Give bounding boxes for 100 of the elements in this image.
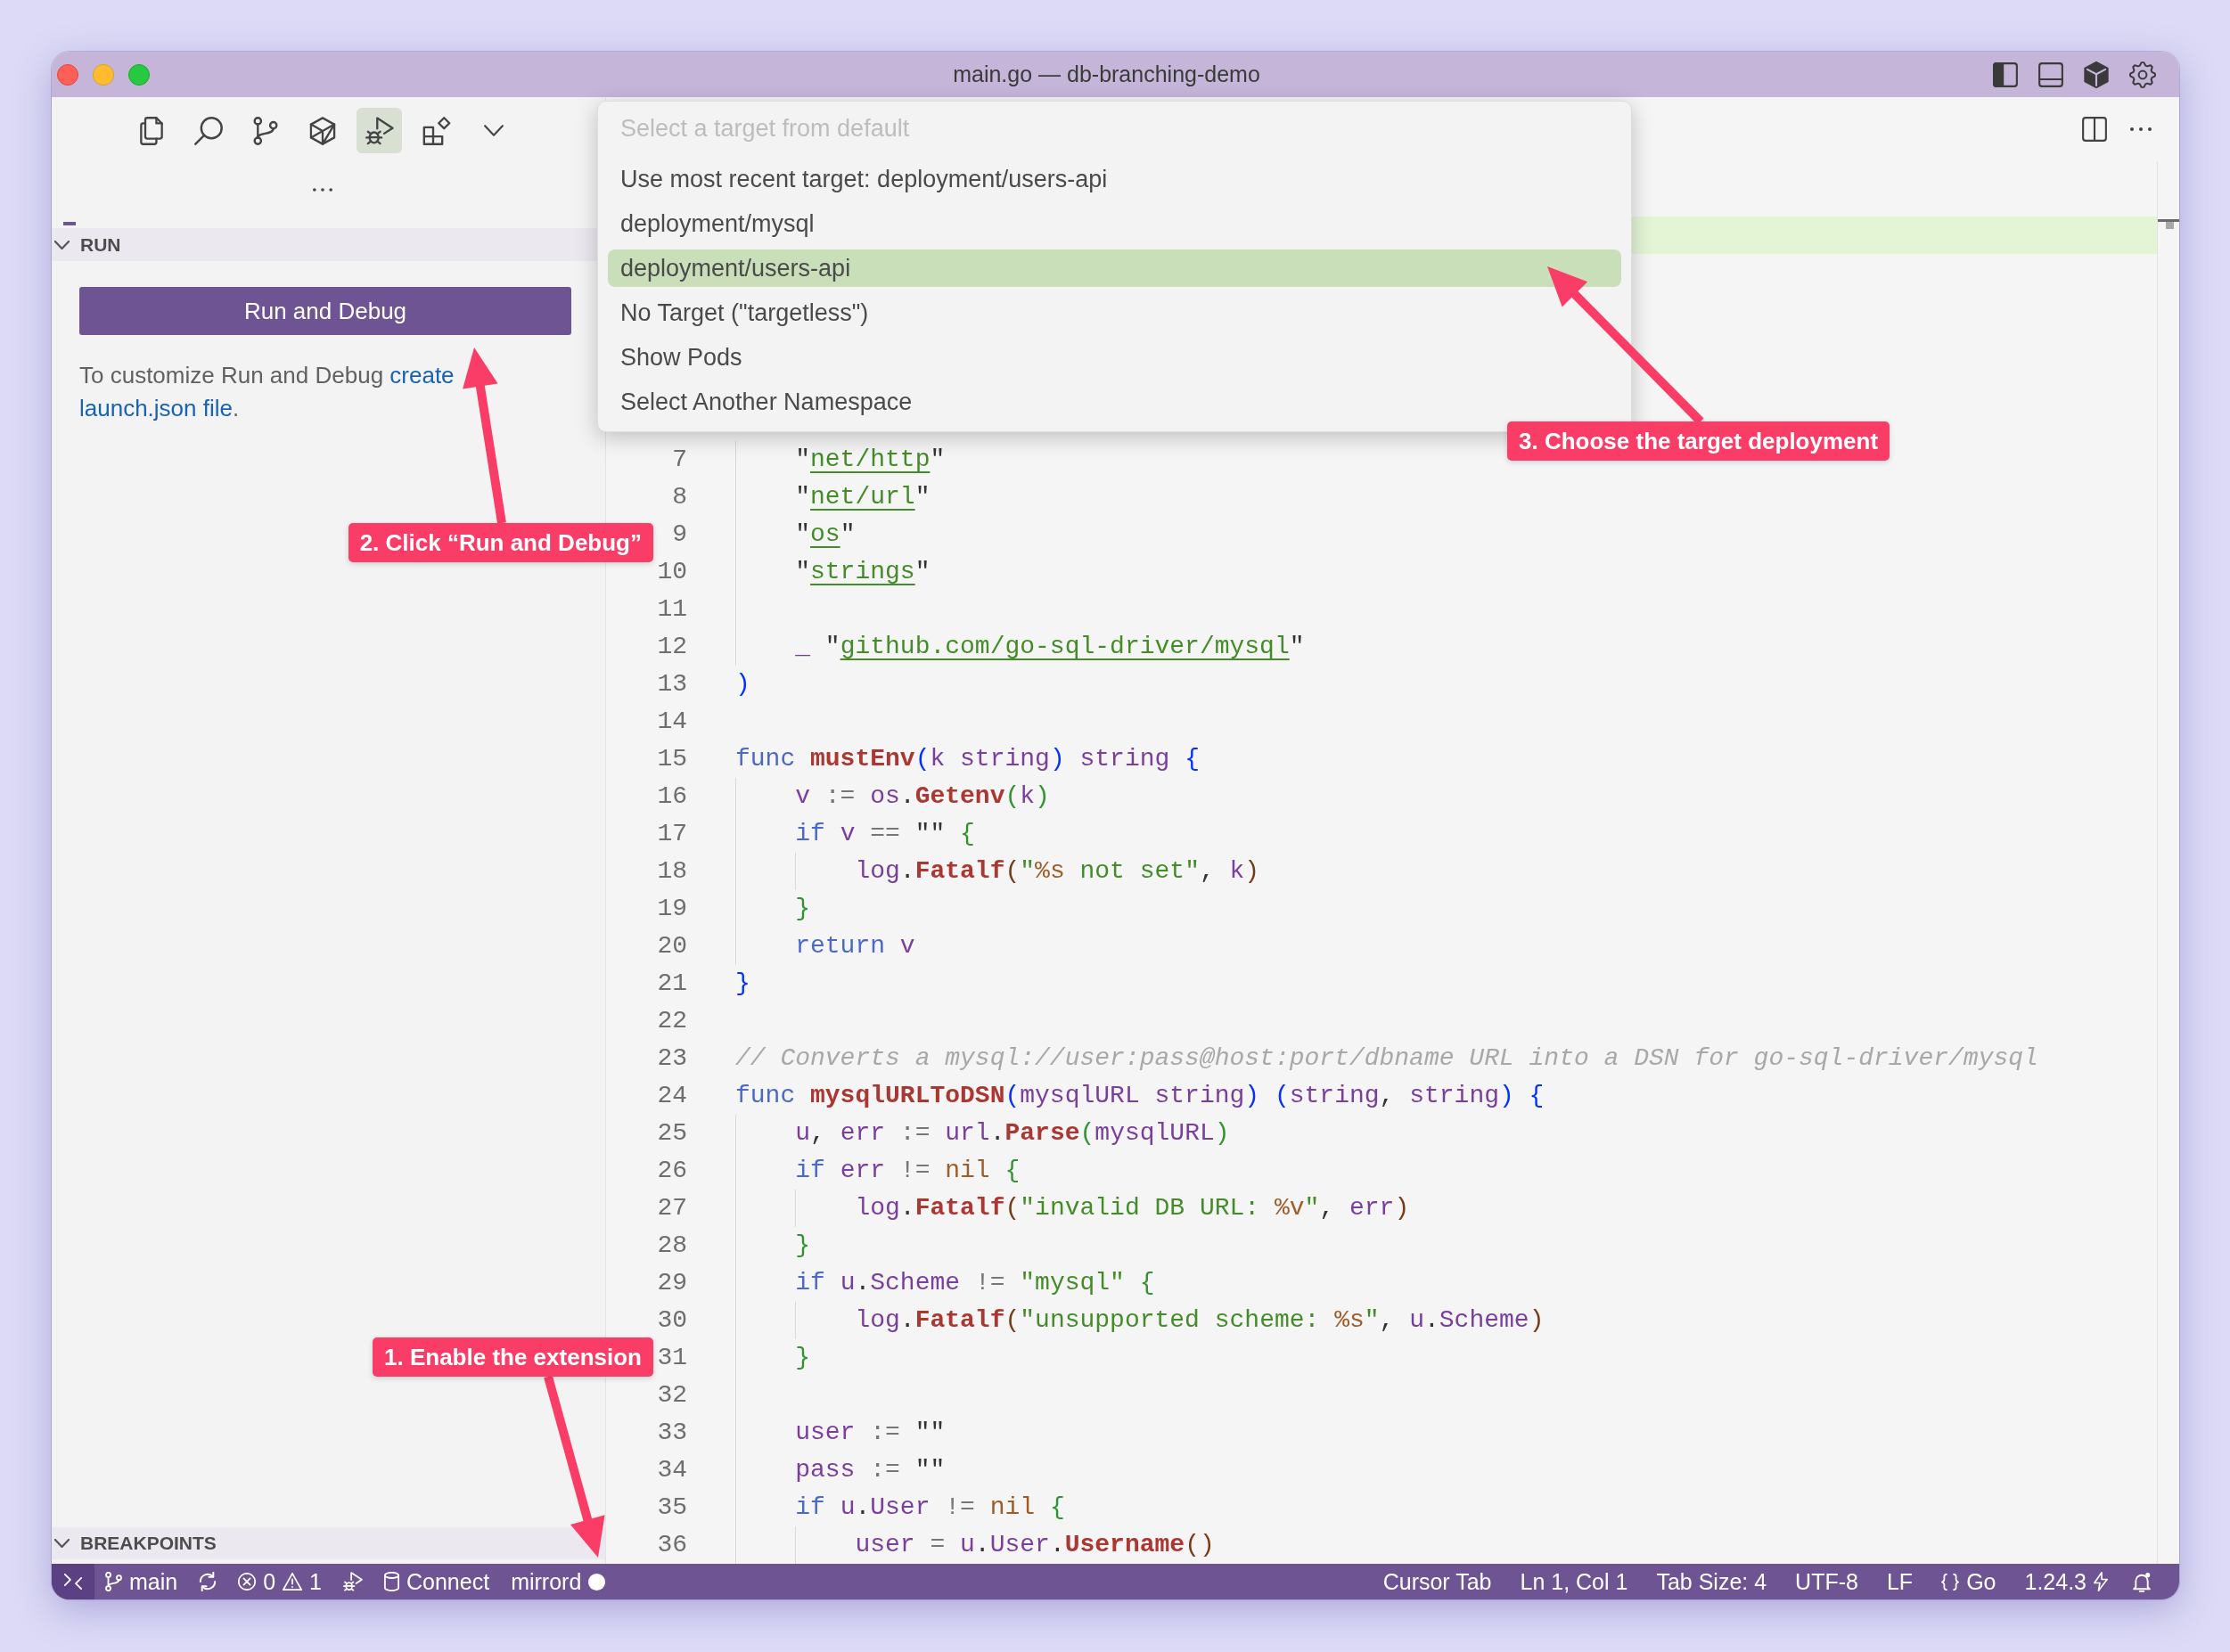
code-line: // Converts a mysql://user:pass@host:port/dbname URL into a DSN for go-sql-driver/mysql: [735, 1043, 2038, 1074]
play-bug-icon[interactable]: [343, 1572, 363, 1591]
panel-toggle-icon[interactable]: [2038, 61, 2063, 87]
problems-status-item[interactable]: 0 1: [227, 1564, 332, 1599]
line-number: 9: [672, 519, 687, 550]
annotation-label: 3. Choose the target deployment: [1507, 421, 1890, 461]
remote-button[interactable]: [52, 1564, 94, 1599]
bolt-icon: [2094, 1572, 2108, 1591]
more-icon[interactable]: [312, 187, 332, 192]
language-status-item[interactable]: Go: [1927, 1564, 2011, 1599]
play-bug-icon: [365, 116, 394, 145]
bell-icon[interactable]: [2133, 1571, 2151, 1592]
code-line: if v == "" {: [795, 819, 975, 849]
activity-tab[interactable]: [357, 108, 402, 153]
code-line: pass := "": [795, 1455, 946, 1485]
cube-icon: [307, 116, 337, 145]
code-line: }: [795, 894, 810, 924]
code-line: log.Fatalf("invalid DB URL: %v", err): [855, 1193, 1410, 1223]
sync-icon[interactable]: [199, 1572, 217, 1591]
branch-icon: [105, 1572, 122, 1591]
code-line: }: [795, 1343, 810, 1373]
encoding-status-item[interactable]: UTF-8: [1781, 1564, 1873, 1599]
line-number: 31: [657, 1343, 687, 1373]
code-line: log.Fatalf("unsupported scheme: %s", u.Scheme): [855, 1305, 1545, 1336]
create-link[interactable]: create: [389, 362, 455, 388]
sidebar-toggle-icon[interactable]: [1993, 61, 2018, 87]
code-line: func mysqlURLToDSN(mysqlURL string) (string, string) {: [735, 1081, 1545, 1111]
split-editor-icon[interactable]: [2082, 117, 2107, 142]
line-number: 32: [657, 1380, 687, 1411]
quick-pick-item[interactable]: No Target ("targetless"): [608, 294, 1621, 331]
extensions-icon: [422, 116, 451, 145]
error-icon: [238, 1573, 257, 1591]
database-icon: [384, 1572, 399, 1591]
line-number: 28: [657, 1231, 687, 1261]
more-icon[interactable]: [2130, 127, 2152, 131]
chevron-down-icon[interactable]: [483, 125, 504, 136]
run-hint-text: To customize Run and Debug create launch.json file.: [79, 361, 455, 423]
line-number: 35: [657, 1493, 687, 1523]
line-number: 16: [657, 781, 687, 812]
line-number: 36: [657, 1530, 687, 1560]
code-line: user = u.User.Username(): [855, 1530, 1215, 1560]
braces-icon: [1941, 1573, 1960, 1591]
launch-json-link[interactable]: launch.json file: [79, 395, 233, 421]
quick-pick-item[interactable]: deployment/users-api: [608, 249, 1621, 287]
search-icon: [193, 116, 223, 145]
code-line: func mustEnv(k string) string {: [735, 744, 1200, 774]
code-line: }: [795, 1231, 810, 1261]
code-line: v := os.Getenv(k): [795, 781, 1050, 812]
code-line: _ "github.com/go-sql-driver/mysql": [795, 632, 1305, 662]
line-number: 10: [657, 557, 687, 587]
line-number: 7: [672, 445, 687, 475]
quick-pick-item[interactable]: deployment/mysql: [608, 205, 1621, 242]
quick-pick-item[interactable]: Use most recent target: deployment/users-api: [608, 160, 1621, 198]
run-and-debug-button[interactable]: Run and Debug: [79, 287, 571, 335]
branch-status-item[interactable]: main: [94, 1564, 189, 1599]
line-number: 8: [672, 482, 687, 512]
line-number: 19: [657, 894, 687, 924]
overview-ruler-marker: [2158, 219, 2179, 229]
code-line: user := "": [795, 1418, 946, 1448]
line-number: 34: [657, 1455, 687, 1485]
annotation-label: 1. Enable the extension: [373, 1337, 653, 1377]
line-number: 17: [657, 819, 687, 849]
line-number: 11: [657, 594, 687, 625]
line-number: 20: [657, 931, 687, 961]
code-line: "net/url": [795, 482, 931, 512]
line-number: 15: [657, 744, 687, 774]
code-line: ): [735, 669, 750, 699]
section-header[interactable]: BREAKPOINTS: [52, 1527, 605, 1559]
cursor-position-status-item[interactable]: Ln 1, Col 1: [1505, 1564, 1643, 1599]
line-number: 24: [657, 1081, 687, 1111]
code-line: if err != nil {: [795, 1156, 1021, 1186]
warning-icon: [283, 1573, 303, 1591]
code-line: if u.Scheme != "mysql" {: [795, 1268, 1155, 1298]
cube-icon[interactable]: [2084, 61, 2109, 88]
circle-icon: [588, 1573, 606, 1591]
line-ending-status-item[interactable]: LF: [1872, 1564, 1928, 1599]
indentation-status-item[interactable]: Tab Size: 4: [1642, 1564, 1782, 1599]
progress-indicator: [63, 222, 76, 225]
line-number: 25: [657, 1118, 687, 1149]
code-line: "strings": [795, 557, 931, 587]
line-number: 23: [657, 1043, 687, 1074]
window-title: main.go — db-branching-demo: [953, 61, 1260, 87]
cursor-tab-status-item[interactable]: Cursor Tab: [1368, 1564, 1506, 1599]
line-number: 18: [657, 856, 687, 887]
line-number: 26: [657, 1156, 687, 1186]
code-line: if u.User != nil {: [795, 1493, 1065, 1523]
line-number: 29: [657, 1268, 687, 1298]
code-line: "net/http": [795, 445, 946, 475]
annotation-label: 2. Click “Run and Debug”: [348, 523, 653, 562]
connect-status-item[interactable]: Connect: [373, 1564, 501, 1599]
quick-pick-item[interactable]: Show Pods: [608, 339, 1621, 376]
settings-icon[interactable]: [2129, 61, 2156, 88]
go-version-status-item[interactable]: 1.24.3: [2010, 1564, 2122, 1599]
mirrord-status-item[interactable]: mirrord: [500, 1564, 617, 1599]
line-number: 27: [657, 1193, 687, 1223]
code-line: return v: [795, 931, 915, 961]
line-number: 12: [657, 632, 687, 662]
code-line: log.Fatalf("%s not set", k): [855, 856, 1260, 887]
line-number: 14: [657, 707, 687, 737]
quick-pick-item[interactable]: Select Another Namespace: [608, 383, 1621, 421]
